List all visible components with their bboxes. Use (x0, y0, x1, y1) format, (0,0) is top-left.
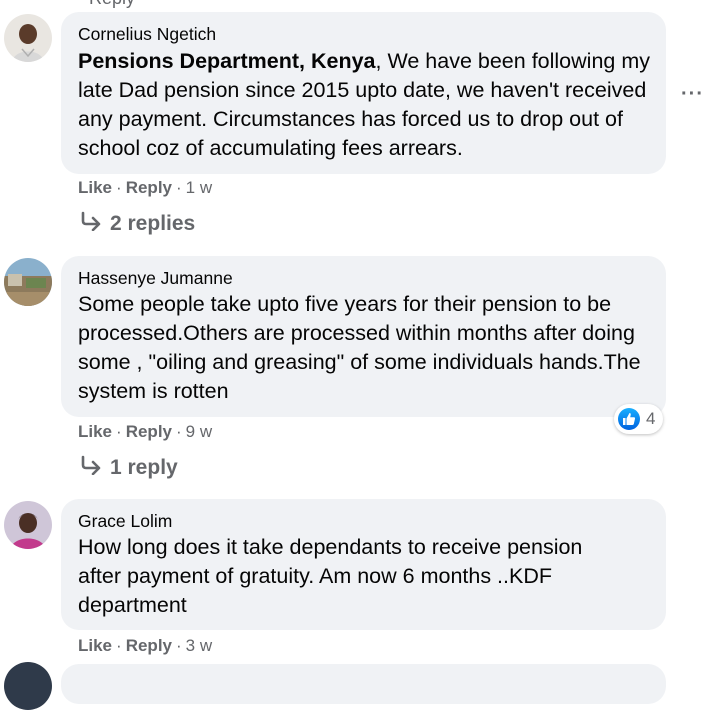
mention-link[interactable]: Pensions Department, Kenya (78, 49, 376, 73)
comment-bubble: Cornelius Ngetich Pensions Department, K… (61, 12, 666, 174)
comment-text: Pensions Department, Kenya, We have been… (78, 47, 652, 163)
separator: · (116, 422, 122, 441)
avatar[interactable] (4, 258, 52, 306)
comment-bubble: Hassenye Jumanne Some people take upto f… (61, 256, 666, 417)
like-button[interactable]: Like (78, 178, 112, 197)
cropped-previous-action: · Reply (78, 0, 135, 9)
comment-timestamp[interactable]: 3 w (186, 636, 212, 655)
reaction-summary[interactable]: 4 (614, 404, 664, 434)
separator: · (176, 422, 182, 441)
reply-arrow-icon (80, 211, 102, 237)
comment-timestamp[interactable]: 9 w (186, 422, 212, 441)
comment-bubble (61, 664, 666, 704)
comment-actions: Like · Reply · 9 w (78, 422, 212, 442)
view-replies-link[interactable]: 2 replies (80, 211, 195, 237)
reply-button[interactable]: Reply (126, 178, 172, 197)
like-button[interactable]: Like (78, 636, 112, 655)
separator: · (176, 178, 182, 197)
reply-arrow-icon (80, 455, 102, 481)
replies-count-label: 2 replies (110, 212, 196, 235)
comment-author[interactable]: Cornelius Ngetich (78, 24, 216, 45)
separator: · (116, 178, 122, 197)
reply-button[interactable]: Reply (126, 636, 172, 655)
reply-button[interactable]: Reply (126, 422, 172, 441)
comment-actions: Like · Reply · 3 w (78, 636, 212, 656)
avatar[interactable] (4, 662, 52, 710)
comment-author[interactable]: Hassenye Jumanne (78, 268, 233, 289)
comment-text: Some people take upto five years for the… (78, 292, 641, 403)
comment-text: How long does it take dependants to rece… (78, 535, 583, 617)
comment-timestamp[interactable]: 1 w (186, 178, 212, 197)
separator: · (176, 636, 182, 655)
reaction-count: 4 (646, 409, 656, 428)
comment-actions: Like · Reply · 1 w (78, 178, 212, 198)
avatar[interactable] (4, 14, 52, 62)
view-replies-link[interactable]: 1 reply (80, 455, 178, 481)
comment-author[interactable]: Grace Lolim (78, 511, 172, 532)
like-reaction-icon (618, 408, 640, 430)
replies-count-label: 1 reply (110, 456, 178, 479)
comment-bubble: Grace Lolim How long does it take depend… (61, 499, 666, 630)
avatar[interactable] (4, 501, 52, 549)
more-options-icon[interactable]: ··· (681, 83, 704, 106)
like-button[interactable]: Like (78, 422, 112, 441)
separator: · (116, 636, 122, 655)
